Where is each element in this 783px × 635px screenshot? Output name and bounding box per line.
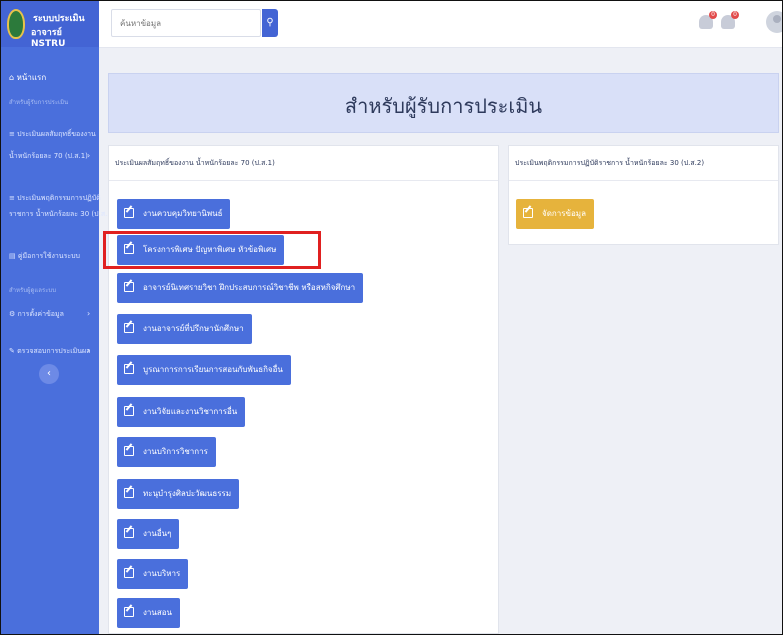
message-badge: 0 xyxy=(731,11,739,19)
edit-icon xyxy=(124,323,134,333)
edit-icon xyxy=(124,607,134,617)
button-label: อาจารย์นิเทศรายวิชา ฝึกประสบการณ์วิชาชีพ… xyxy=(143,283,356,292)
sidebar-section-admin: สำหรับผู้ดูแลระบบ xyxy=(9,287,57,294)
teaching-integration-button[interactable]: บูรณาการการเรียนการสอนกับพันธกิจอื่น xyxy=(117,355,291,385)
sidebar-item-label: ราชการ น้ำหนักร้อยละ 30 (ป.ส.2) xyxy=(9,210,115,218)
highlight-box xyxy=(103,231,321,269)
card-header: ประเมินพฤติกรรมการปฏิบัติราชการ น้ำหนักร… xyxy=(509,146,778,181)
card-title: ประเมินพฤติกรรมการปฏิบัติราชการ น้ำหนักร… xyxy=(515,159,705,167)
chevron-right-icon: › xyxy=(87,309,91,318)
research-button[interactable]: งานวิจัยและงานวิชาการอื่น xyxy=(117,397,246,427)
button-label: งานอาจารย์ที่ปรึกษานักศึกษา xyxy=(143,324,244,333)
card-title: ประเมินผลสัมฤทธิ์ของงาน น้ำหนักร้อยละ 70… xyxy=(115,159,275,167)
brand-title: ระบบประเมิน xyxy=(33,14,85,24)
search-box xyxy=(111,9,261,37)
chevron-right-icon: › xyxy=(87,151,91,160)
edit-icon xyxy=(124,208,134,218)
notification-badge: 0 xyxy=(709,11,717,19)
sidebar-item-label: ประเมินพฤติกรรมการปฏิบัติ xyxy=(17,194,101,202)
administration-button[interactable]: งานบริหาร xyxy=(117,559,189,589)
search-icon: ⚲ xyxy=(266,17,274,28)
button-label: งานอื่นๆ xyxy=(143,529,172,538)
button-label: งานบริหาร xyxy=(143,569,181,578)
chevron-right-icon: › xyxy=(87,346,91,355)
university-logo xyxy=(7,9,25,39)
page-banner: สำหรับผู้รับการประเมิน xyxy=(108,73,779,133)
search-button[interactable]: ⚲ xyxy=(262,9,278,37)
ps2-card: ประเมินพฤติกรรมการปฏิบัติราชการ น้ำหนักร… xyxy=(508,145,779,245)
edit-icon xyxy=(523,208,533,218)
edit-icon xyxy=(124,364,134,374)
edit-icon xyxy=(124,446,134,456)
sidebar-item-home[interactable]: ⌂ หน้าแรก xyxy=(9,71,46,84)
home-icon: ⌂ xyxy=(9,73,15,82)
avatar[interactable] xyxy=(766,11,782,33)
sidebar-item-label: ตรวจสอบการประเมินผล xyxy=(17,347,91,355)
list-icon: ≡ xyxy=(9,194,15,202)
button-label: ทะนุบำรุงศิลปะวัฒนธรรม xyxy=(143,489,232,498)
sidebar: ระบบประเมิน อาจารย์ NSTRU ⌂ หน้าแรก สำหร… xyxy=(1,1,115,634)
button-label: บูรณาการการเรียนการสอนกับพันธกิจอื่น xyxy=(143,365,283,374)
teaching-button[interactable]: งานสอน xyxy=(117,598,181,628)
topbar: ⚲ 0 0 xyxy=(99,1,782,48)
sidebar-section-evaluee: สำหรับผู้รับการประเมิน xyxy=(9,99,69,106)
academic-service-button[interactable]: งานบริการวิชาการ xyxy=(117,437,216,467)
message-button[interactable]: 0 xyxy=(721,11,739,29)
list-icon: ≡ xyxy=(9,130,15,138)
page-title: สำหรับผู้รับการประเมิน xyxy=(344,94,543,118)
button-label: งานสอน xyxy=(143,608,173,617)
edit-icon xyxy=(124,406,134,416)
button-label: งานควบคุมวิทยานิพนธ์ xyxy=(143,209,223,218)
button-label: งานบริการวิชาการ xyxy=(143,447,208,456)
brand[interactable]: ระบบประเมิน อาจารย์ NSTRU xyxy=(1,1,99,49)
sidebar-item-label: น้ำหนักร้อยละ 70 (ป.ส.1) xyxy=(9,152,88,160)
manage-data-button[interactable]: จัดการข้อมูล xyxy=(516,199,594,229)
app-window: ระบบประเมิน อาจารย์ NSTRU ⌂ หน้าแรก สำหร… xyxy=(0,0,783,635)
button-label: งานวิจัยและงานวิชาการอื่น xyxy=(143,407,238,416)
pencil-icon: ✎ xyxy=(9,347,15,355)
gear-icon: ⚙ xyxy=(9,310,16,318)
sidebar-collapse-button[interactable]: ‹ xyxy=(39,364,59,384)
brand-subtitle: อาจารย์ NSTRU xyxy=(31,28,66,49)
student-advisor-button[interactable]: งานอาจารย์ที่ปรึกษานักศึกษา xyxy=(117,314,252,344)
sidebar-item-label: หน้าแรก xyxy=(16,73,47,82)
sidebar-item-label: การตั้งค่าข้อมูล xyxy=(17,310,64,318)
internship-supervisor-button[interactable]: อาจารย์นิเทศรายวิชา ฝึกประสบการณ์วิชาชีพ… xyxy=(117,273,364,303)
notification-button[interactable]: 0 xyxy=(699,11,717,29)
book-icon: ▤ xyxy=(9,252,16,260)
sidebar-item-label: ประเมินผลสัมฤทธิ์ของงาน xyxy=(17,130,96,138)
other-work-button[interactable]: งานอื่นๆ xyxy=(117,519,180,549)
edit-icon xyxy=(124,282,134,292)
chevron-left-icon: ‹ xyxy=(47,368,51,379)
sidebar-item-manual[interactable]: ▤ คู่มือการใช้งานระบบ xyxy=(9,251,80,262)
edit-icon xyxy=(124,568,134,578)
arts-culture-button[interactable]: ทะนุบำรุงศิลปะวัฒนธรรม xyxy=(117,479,240,509)
card-header: ประเมินผลสัมฤทธิ์ของงาน น้ำหนักร้อยละ 70… xyxy=(109,146,498,181)
thesis-supervision-button[interactable]: งานควบคุมวิทยานิพนธ์ xyxy=(117,199,231,229)
search-input[interactable] xyxy=(118,10,257,36)
edit-icon xyxy=(124,488,134,498)
button-label: จัดการข้อมูล xyxy=(542,209,586,218)
sidebar-item-label: คู่มือการใช้งานระบบ xyxy=(17,252,80,260)
edit-icon xyxy=(124,528,134,538)
